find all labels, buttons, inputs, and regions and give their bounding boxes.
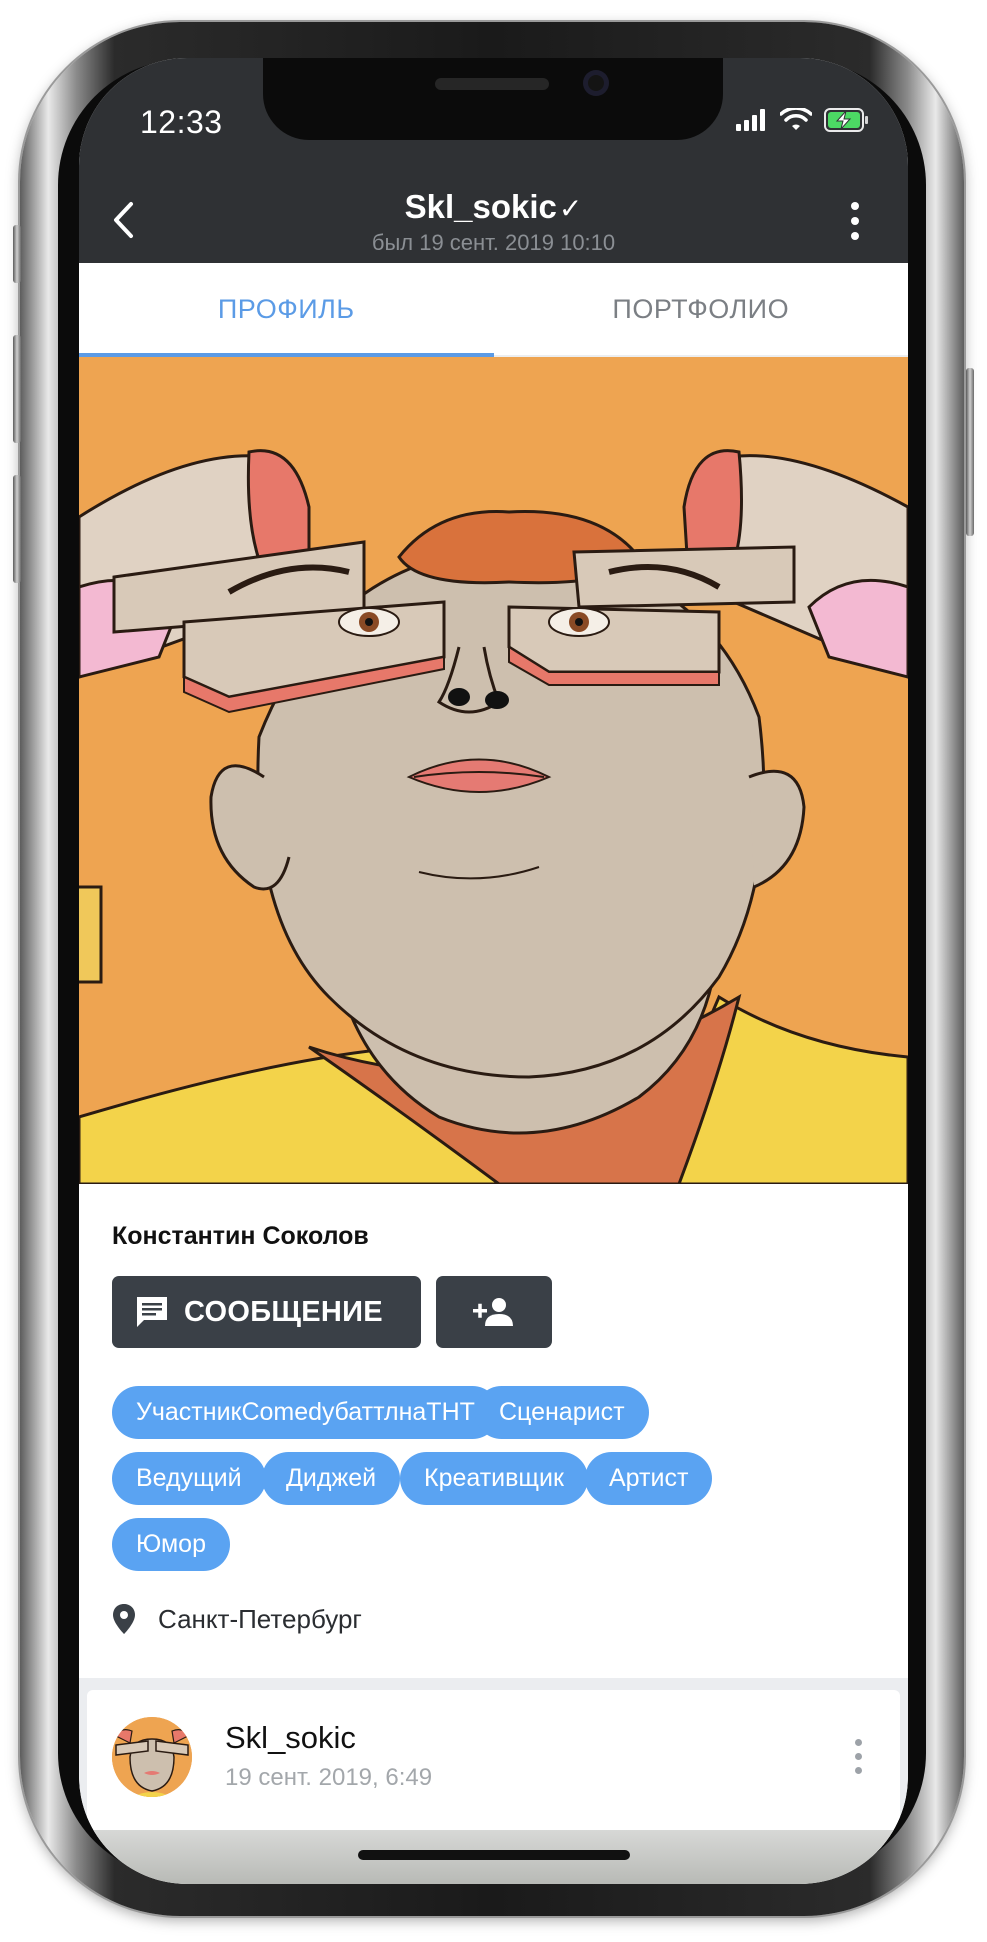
home-indicator[interactable] [358,1850,630,1860]
tag-chip[interactable]: Ведущий [112,1452,266,1505]
wifi-icon [780,108,812,130]
location-text: Санкт-Петербург [158,1603,362,1634]
cover-illustration [79,357,908,1184]
power-button [966,368,974,536]
post-author[interactable]: Skl_sokic [225,1720,356,1756]
tag-chip[interactable]: Артист [585,1452,713,1505]
status-icons [736,108,870,132]
tab-profile[interactable]: ПРОФИЛЬ [79,263,494,357]
battery-charging-icon [824,108,868,132]
tag-chip[interactable]: Юмор [112,1518,230,1571]
verified-check-icon: ✓ [558,193,583,224]
tag-chip[interactable]: УчастникComedyбаттлнаТНТ [112,1386,499,1439]
app-header: 12:33 Skl_sokic✓ был 19 сент. 2019 10:10 [79,58,908,263]
tag-chip[interactable]: Креативщик [400,1452,588,1505]
location-row: Санкт-Петербург [112,1603,362,1635]
tag-chip[interactable]: Сценарист [475,1386,649,1439]
status-time: 12:33 [140,104,223,140]
profile-full-name: Константин Соколов [112,1222,369,1250]
volume-down-button [13,475,21,583]
post-menu-button[interactable] [848,1728,868,1784]
profile-cover-image[interactable] [79,357,908,1184]
location-pin-icon [113,1604,135,1634]
post-card[interactable]: Skl_sokic 19 сент. 2019, 6:49 [87,1690,900,1850]
post-date: 19 сент. 2019, 6:49 [225,1764,433,1791]
add-friend-button[interactable] [436,1276,552,1348]
avatar[interactable] [112,1717,192,1797]
front-camera [583,70,609,96]
page-title: Skl_sokic✓ [79,188,908,226]
message-button-label: СООБЩЕНИЕ [184,1295,383,1328]
avatar-illustration [112,1717,192,1797]
profile-username: Skl_sokic [404,188,557,225]
chat-icon [137,1297,167,1327]
speaker-grille [435,78,549,90]
message-button[interactable]: СООБЩЕНИЕ [112,1276,421,1348]
profile-tabs: ПРОФИЛЬ ПОРТФОЛИО [79,263,908,357]
last-seen-text: был 19 сент. 2019 10:10 [371,230,616,255]
tag-chip[interactable]: Диджей [262,1452,401,1505]
tab-portfolio[interactable]: ПОРТФОЛИО [494,263,909,355]
more-vertical-icon [851,202,859,210]
app-screen: 12:33 Skl_sokic✓ был 19 сент. 2019 10:10… [79,58,908,1884]
person-add-icon [473,1298,513,1326]
volume-up-button [13,335,21,443]
silent-switch [13,225,21,283]
more-menu-button[interactable] [840,191,870,251]
notch [263,58,723,140]
more-vertical-icon [854,1738,862,1746]
signal-icon [736,109,765,131]
